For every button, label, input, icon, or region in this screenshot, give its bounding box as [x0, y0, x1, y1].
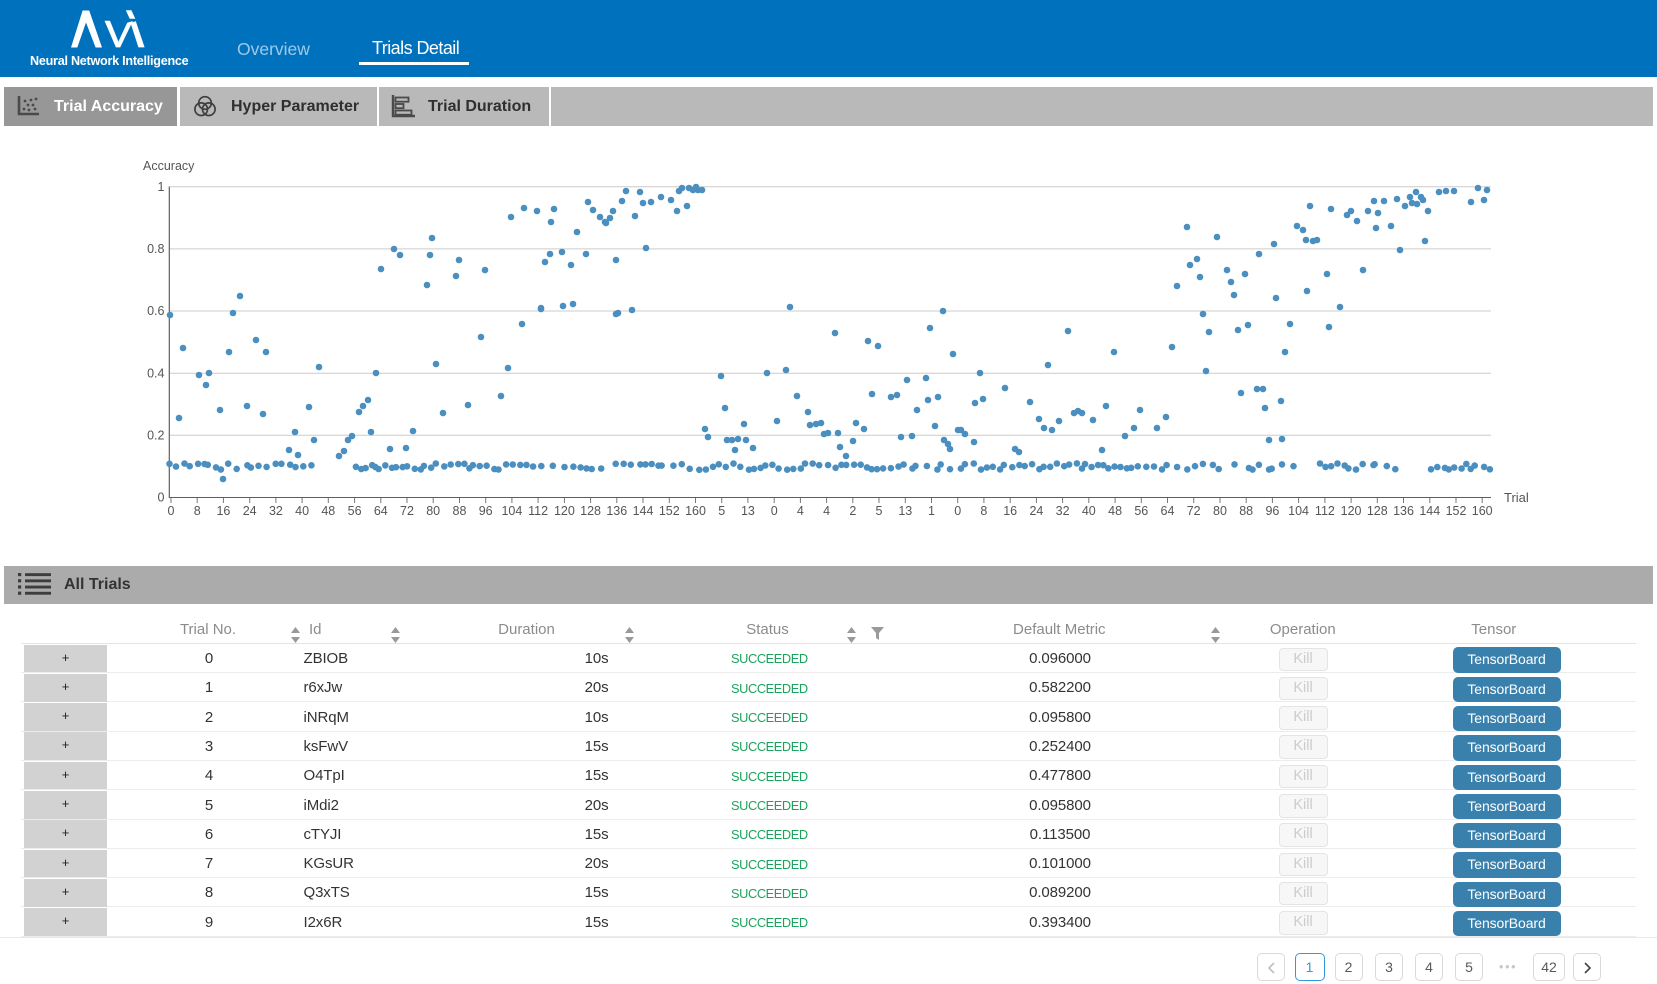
svg-text:5: 5	[718, 504, 725, 518]
svg-text:160: 160	[685, 504, 706, 518]
svg-text:80: 80	[1213, 504, 1227, 518]
svg-text:80: 80	[426, 504, 440, 518]
svg-text:56: 56	[348, 504, 362, 518]
svg-text:112: 112	[1315, 504, 1335, 518]
svg-text:72: 72	[1187, 504, 1201, 518]
svg-text:40: 40	[1082, 504, 1096, 518]
svg-text:0: 0	[168, 504, 175, 518]
svg-text:0.6: 0.6	[147, 304, 164, 318]
svg-text:56: 56	[1134, 504, 1148, 518]
svg-text:24: 24	[243, 504, 257, 518]
svg-text:88: 88	[1239, 504, 1253, 518]
svg-text:0.2: 0.2	[147, 429, 164, 443]
svg-text:144: 144	[633, 504, 654, 518]
svg-text:0: 0	[771, 504, 778, 518]
svg-text:48: 48	[1108, 504, 1122, 518]
svg-text:112: 112	[528, 504, 548, 518]
svg-text:1: 1	[158, 180, 165, 194]
svg-text:2: 2	[849, 504, 856, 518]
svg-text:0.8: 0.8	[147, 242, 164, 256]
svg-text:8: 8	[980, 504, 987, 518]
svg-text:4: 4	[823, 504, 830, 518]
svg-text:0.4: 0.4	[147, 366, 164, 380]
svg-text:5: 5	[876, 504, 883, 518]
svg-text:104: 104	[501, 504, 522, 518]
svg-text:48: 48	[321, 504, 335, 518]
svg-text:40: 40	[295, 504, 309, 518]
svg-text:136: 136	[606, 504, 627, 518]
svg-text:32: 32	[1056, 504, 1070, 518]
svg-text:120: 120	[554, 504, 575, 518]
svg-text:144: 144	[1419, 504, 1440, 518]
svg-text:8: 8	[194, 504, 201, 518]
svg-text:152: 152	[1446, 504, 1467, 518]
svg-text:160: 160	[1472, 504, 1493, 518]
svg-text:Accuracy: Accuracy	[143, 159, 195, 173]
svg-text:152: 152	[659, 504, 680, 518]
svg-text:1: 1	[928, 504, 935, 518]
svg-text:16: 16	[216, 504, 230, 518]
svg-text:Trial: Trial	[1504, 490, 1529, 505]
svg-text:128: 128	[580, 504, 601, 518]
svg-text:72: 72	[400, 504, 414, 518]
svg-text:13: 13	[741, 504, 755, 518]
svg-text:96: 96	[479, 504, 493, 518]
svg-text:0: 0	[158, 491, 165, 505]
svg-text:4: 4	[797, 504, 804, 518]
svg-text:96: 96	[1265, 504, 1279, 518]
svg-text:13: 13	[898, 504, 912, 518]
svg-text:32: 32	[269, 504, 283, 518]
svg-text:16: 16	[1003, 504, 1017, 518]
svg-text:64: 64	[374, 504, 388, 518]
svg-text:120: 120	[1341, 504, 1362, 518]
svg-text:64: 64	[1161, 504, 1175, 518]
svg-text:128: 128	[1367, 504, 1388, 518]
svg-text:88: 88	[453, 504, 467, 518]
svg-text:104: 104	[1288, 504, 1309, 518]
svg-text:0: 0	[954, 504, 961, 518]
svg-text:136: 136	[1393, 504, 1414, 518]
svg-text:24: 24	[1029, 504, 1043, 518]
